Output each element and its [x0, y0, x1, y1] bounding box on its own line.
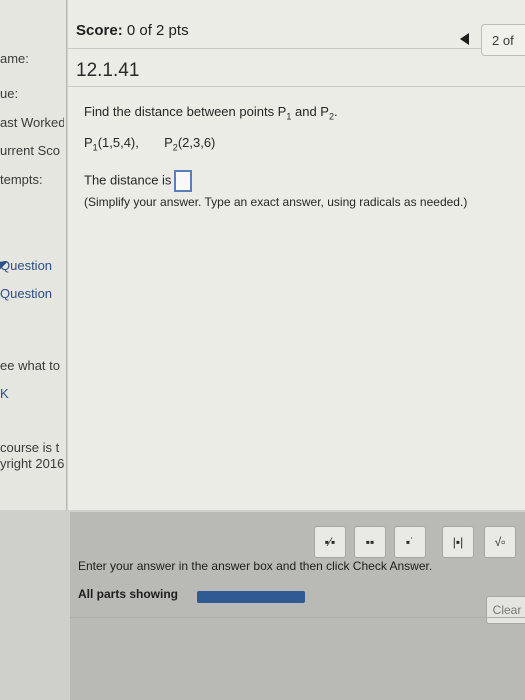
question-bullet-icon: ◤ [0, 260, 8, 271]
sidebar-label: ame: [0, 51, 29, 66]
sidebar-label: ast Worked [0, 115, 64, 130]
sidebar-label: tempts: [0, 172, 43, 187]
parts-showing-label: All parts showing [78, 587, 179, 601]
answer-input[interactable] [174, 170, 193, 192]
p2-name: P [164, 135, 173, 150]
sidebar-label[interactable]: Question [0, 286, 64, 301]
sidebar-label: urrent Sco [0, 143, 60, 158]
sqrt-tool-icon: √▫ [494, 535, 506, 549]
answer-row: The distance is [84, 170, 193, 192]
sidebar-label: ue: [0, 86, 19, 101]
score-label: Score: [76, 22, 123, 39]
toolbar-divider [70, 617, 525, 618]
question-number: 12.1.41 [76, 60, 140, 81]
clear-button[interactable]: Clear [486, 596, 525, 624]
absolute-value-tool-icon: |▪| [452, 535, 464, 549]
parts-progress-bar [197, 591, 305, 603]
question-panel: Score: 0 of 2 pts 2 of 12.1.41 Find the … [68, 0, 525, 510]
question-prompt: Find the distance between points P1 and … [84, 104, 338, 122]
fraction-tool-button[interactable]: ▪⁄▪ [314, 526, 346, 558]
sidebar-label: course is t [0, 440, 60, 455]
answer-instructions: (Simplify your answer. Type an exact ans… [84, 195, 468, 209]
mixed-number-tool-button[interactable]: ▪▪ [354, 526, 386, 558]
answer-hint: Enter your answer in the answer box and … [78, 559, 433, 573]
sidebar-label[interactable]: Question [0, 258, 64, 273]
parts-progress-fill [197, 591, 305, 603]
sidebar-label[interactable]: K [0, 386, 64, 401]
p1-name: P [84, 135, 93, 150]
sidebar-label: ee what to [0, 358, 60, 373]
question-number-bar: 12.1.41 [68, 48, 525, 87]
points-given: P1(1,5,4), P2(2,3,6) [84, 135, 215, 153]
absolute-value-tool-button[interactable]: |▪| [442, 526, 474, 558]
previous-question-icon[interactable] [460, 33, 469, 45]
answer-toolbar: ▪⁄▪ ▪▪ ▪˙ |▪| √▫ Enter your answer in the an… [70, 512, 525, 700]
sidebar-label: yright 2016 [0, 456, 64, 471]
info-sidebar: ame: ue: ast Worked urrent Sco tempts: Questi… [0, 0, 67, 510]
prompt-text-1: Find the distance between points P [84, 104, 287, 119]
score-bar: Score: 0 of 2 pts 2 of [68, 0, 525, 56]
p2-coords: (2,3,6) [177, 135, 216, 150]
prompt-text-2: and P [291, 104, 329, 119]
fraction-tool-icon: ▪⁄▪ [324, 535, 336, 549]
score-text: Score: 0 of 2 pts [76, 22, 189, 39]
prompt-text-3: . [333, 104, 338, 119]
mixed-number-tool-icon: ▪▪ [365, 535, 375, 549]
answer-label: The distance is [84, 172, 172, 188]
score-value: 0 of 2 pts [126, 22, 189, 39]
exponent-tool-button[interactable]: ▪˙ [394, 526, 426, 558]
sqrt-tool-button[interactable]: √▫ [484, 526, 516, 558]
p1-coords: (1,5,4), [97, 135, 139, 150]
exponent-tool-icon: ▪˙ [405, 535, 415, 549]
